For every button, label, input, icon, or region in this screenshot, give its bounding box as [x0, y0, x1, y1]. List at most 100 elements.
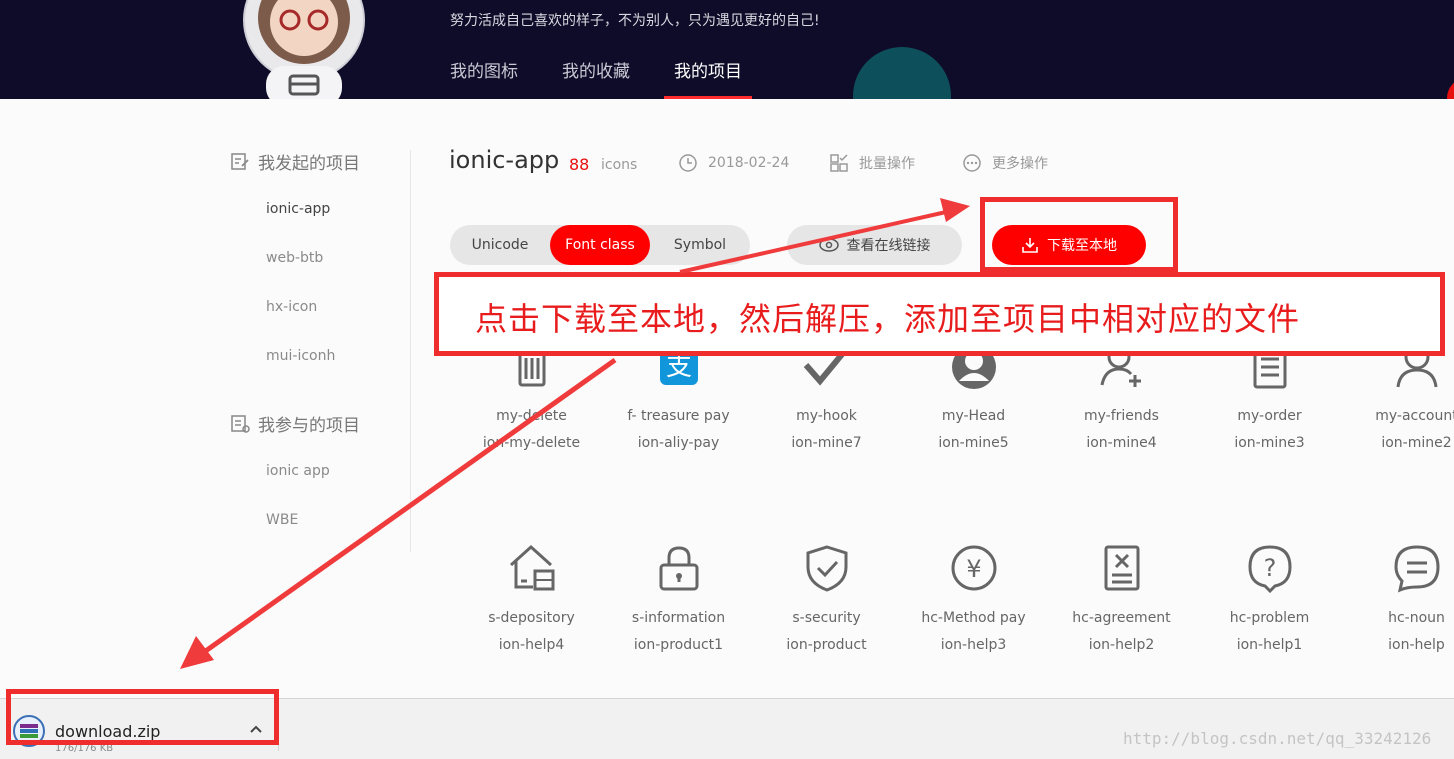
icon-class: ion-mine2 [1381, 435, 1452, 451]
project-date: 2018-02-24 [678, 153, 789, 173]
batch-operation-label: 批量操作 [859, 156, 915, 172]
icon-class: ion-help1 [1236, 637, 1303, 653]
icon-class: ion-mine4 [1086, 435, 1157, 451]
icon-card-my-hook[interactable]: my-hook ion-mine7 [753, 345, 900, 452]
icon-count: 88 [569, 155, 590, 174]
view-online-link-label: 查看在线链接 [846, 238, 931, 254]
sidebar-item-hx-icon[interactable]: hx-icon [230, 283, 410, 332]
batch-operation-button[interactable]: 批量操作 [829, 153, 915, 173]
download-file-highlight-box [6, 689, 279, 745]
icon-class: ion-help [1388, 637, 1445, 653]
arrowhead-download-file [180, 636, 214, 669]
icon-class: ion-help2 [1088, 637, 1155, 653]
initiated-projects-title: 我发起的项目 [258, 153, 360, 174]
icon-name: f- treasure pay [627, 408, 730, 424]
icon-name: my-hook [796, 408, 857, 424]
tab-unicode[interactable]: Unicode [450, 225, 550, 265]
more-operation-button[interactable]: 更多操作 [962, 153, 1048, 173]
format-toggle: Unicode Font class Symbol [450, 225, 750, 265]
icon-class: ion-product [786, 637, 867, 653]
icon-card-s-security[interactable]: s-security ion-product [753, 543, 900, 654]
icon-card-my-head[interactable]: my-Head ion-mine5 [900, 345, 1047, 452]
icon-card-hc-method-pay[interactable]: ¥ hc-Method pay ion-help3 [900, 543, 1047, 654]
instruction-text: 点击下载至本地，然后解压，添加至项目中相对应的文件 [475, 300, 1301, 338]
nav-my-projects[interactable]: 我的项目 [664, 57, 752, 99]
sidebar-item-wbe[interactable]: WBE [230, 496, 410, 545]
icon-name: s-information [631, 610, 726, 626]
icon-class: ion-help4 [498, 637, 565, 653]
sidebar-divider [410, 150, 411, 552]
main-nav: 我的图标 我的收藏 我的项目 [450, 57, 786, 99]
chat-lines-icon [1393, 545, 1440, 593]
edit-document-icon [231, 153, 249, 170]
tab-font-class[interactable]: Font class [550, 225, 650, 265]
icon-card-my-friends[interactable]: my-friends ion-mine4 [1048, 345, 1195, 452]
participated-projects-heading: 我参与的项目 [230, 407, 410, 439]
question-bubble-icon: ? [1247, 545, 1292, 593]
icon-name: my-delete [496, 408, 567, 424]
icon-card-treasure-pay[interactable]: 支 f- treasure pay ion-aliy-pay [605, 345, 752, 452]
icon-card-my-delete[interactable]: my-delete ion-my-delete [458, 347, 605, 452]
project-sidebar: 我发起的项目 ionic-app web-btb hx-icon mui-ico… [230, 145, 410, 545]
svg-text:?: ? [1263, 554, 1276, 582]
icon-name: my-friends [1084, 408, 1159, 424]
icon-card-s-information[interactable]: s-information ion-product1 [605, 543, 752, 654]
download-highlight-box [980, 197, 1178, 272]
icon-card-s-depository[interactable]: s-depository ion-help4 [458, 543, 605, 654]
icon-name: hc-agreement [1072, 610, 1171, 626]
clock-icon [679, 154, 697, 172]
top-banner: 努力活成自己喜欢的样子，不为别人，只为遇见更好的自己! 我的图标 我的收藏 我的… [0, 0, 1454, 99]
sidebar-item-ionic-app-2[interactable]: ionic app [230, 447, 410, 496]
lock-icon [659, 546, 698, 591]
shield-check-icon [806, 545, 847, 592]
icon-name: hc-Method pay [921, 610, 1026, 626]
icon-name: my-account [1375, 408, 1454, 424]
icon-class: ion-mine5 [938, 435, 1009, 451]
icon-name: s-depository [488, 610, 575, 626]
floating-red-button[interactable] [1447, 78, 1454, 99]
sidebar-item-web-btb[interactable]: web-btb [230, 234, 410, 283]
more-operation-label: 更多操作 [992, 156, 1048, 172]
icon-class: ion-my-delete [482, 435, 581, 451]
arrowhead-download-button [940, 198, 970, 222]
project-date-text: 2018-02-24 [708, 155, 790, 171]
icon-card-hc-problem[interactable]: ? hc-problem ion-help1 [1196, 543, 1343, 654]
participated-projects-title: 我参与的项目 [258, 415, 360, 436]
decorative-circle [853, 47, 951, 99]
document-x-icon [1104, 545, 1139, 591]
icon-name: my-Head [941, 408, 1006, 424]
icon-class: ion-help3 [940, 637, 1007, 653]
astronaut-avatar [243, 0, 365, 99]
icon-card-my-account[interactable]: my-account ion-mine2 [1343, 344, 1454, 452]
slogan-text: 努力活成自己喜欢的样子，不为别人，只为遇见更好的自己! [450, 13, 820, 29]
grid-icon [830, 154, 848, 172]
svg-text:支: 支 [665, 352, 691, 382]
warehouse-icon [509, 544, 554, 591]
sidebar-item-mui-iconh[interactable]: mui-iconh [230, 332, 410, 381]
more-dots-icon [963, 154, 981, 172]
tab-symbol[interactable]: Symbol [650, 225, 750, 265]
icon-name: my-order [1237, 408, 1302, 424]
instruction-callout: 点击下载至本地，然后解压，添加至项目中相对应的文件 [434, 272, 1445, 356]
initiated-projects-heading: 我发起的项目 [230, 145, 410, 177]
svg-text:¥: ¥ [966, 555, 981, 583]
icon-name: hc-noun [1388, 610, 1445, 626]
nav-my-favorites[interactable]: 我的收藏 [562, 57, 630, 99]
sidebar-item-ionic-app[interactable]: ionic-app [230, 185, 410, 234]
watermark-url: http://blog.csdn.net/qq_33242126 [1123, 729, 1432, 748]
icon-class: ion-mine7 [791, 435, 862, 451]
icon-card-my-order[interactable]: my-order ion-mine3 [1196, 344, 1343, 452]
icon-class: ion-mine3 [1234, 435, 1305, 451]
icon-card-hc-agreement[interactable]: hc-agreement ion-help2 [1048, 543, 1195, 654]
icon-count-unit: icons [601, 157, 638, 173]
view-online-link-button[interactable]: 查看在线链接 [787, 225, 962, 265]
icon-class: ion-aliy-pay [637, 435, 720, 451]
project-title: ionic-app [449, 146, 560, 174]
eye-icon [818, 238, 839, 252]
icon-card-hc-noun[interactable]: hc-noun ion-help [1343, 543, 1454, 654]
nav-my-icons[interactable]: 我的图标 [450, 57, 518, 99]
yen-circle-icon: ¥ [951, 545, 996, 591]
document-list-icon [231, 415, 250, 433]
icon-name: s-security [792, 610, 861, 626]
icon-name: hc-problem [1229, 610, 1310, 626]
